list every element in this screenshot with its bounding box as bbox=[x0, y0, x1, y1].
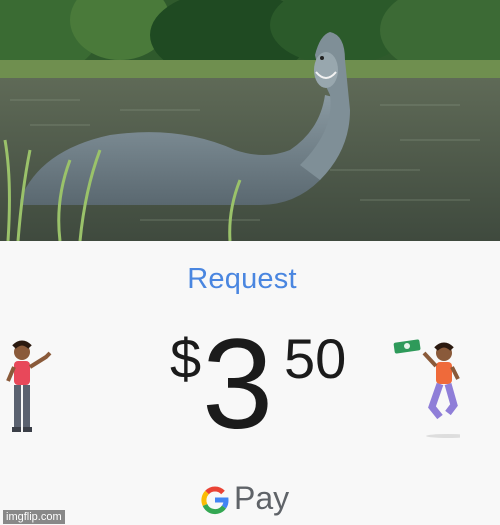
google-pay-logo: Pay bbox=[200, 480, 320, 521]
amount-cents: 50 bbox=[284, 327, 347, 390]
request-title: Request bbox=[187, 263, 297, 295]
google-g-icon bbox=[201, 486, 229, 515]
meme-page: Request $ 3 50 Pay imgflip.com bbox=[0, 0, 500, 525]
payment-request-panel: Request $ 3 50 Pay imgflip.com bbox=[0, 241, 500, 525]
woman-pointing-icon bbox=[2, 337, 62, 452]
lake-monster-photo bbox=[0, 0, 500, 241]
currency-symbol: $ bbox=[170, 327, 202, 390]
pay-label: Pay bbox=[234, 480, 290, 516]
man-jumping-with-cash-icon bbox=[390, 333, 470, 448]
amount-whole: 3 bbox=[202, 313, 274, 456]
request-amount: $ 3 50 bbox=[168, 319, 368, 449]
imgflip-watermark: imgflip.com bbox=[3, 510, 65, 524]
